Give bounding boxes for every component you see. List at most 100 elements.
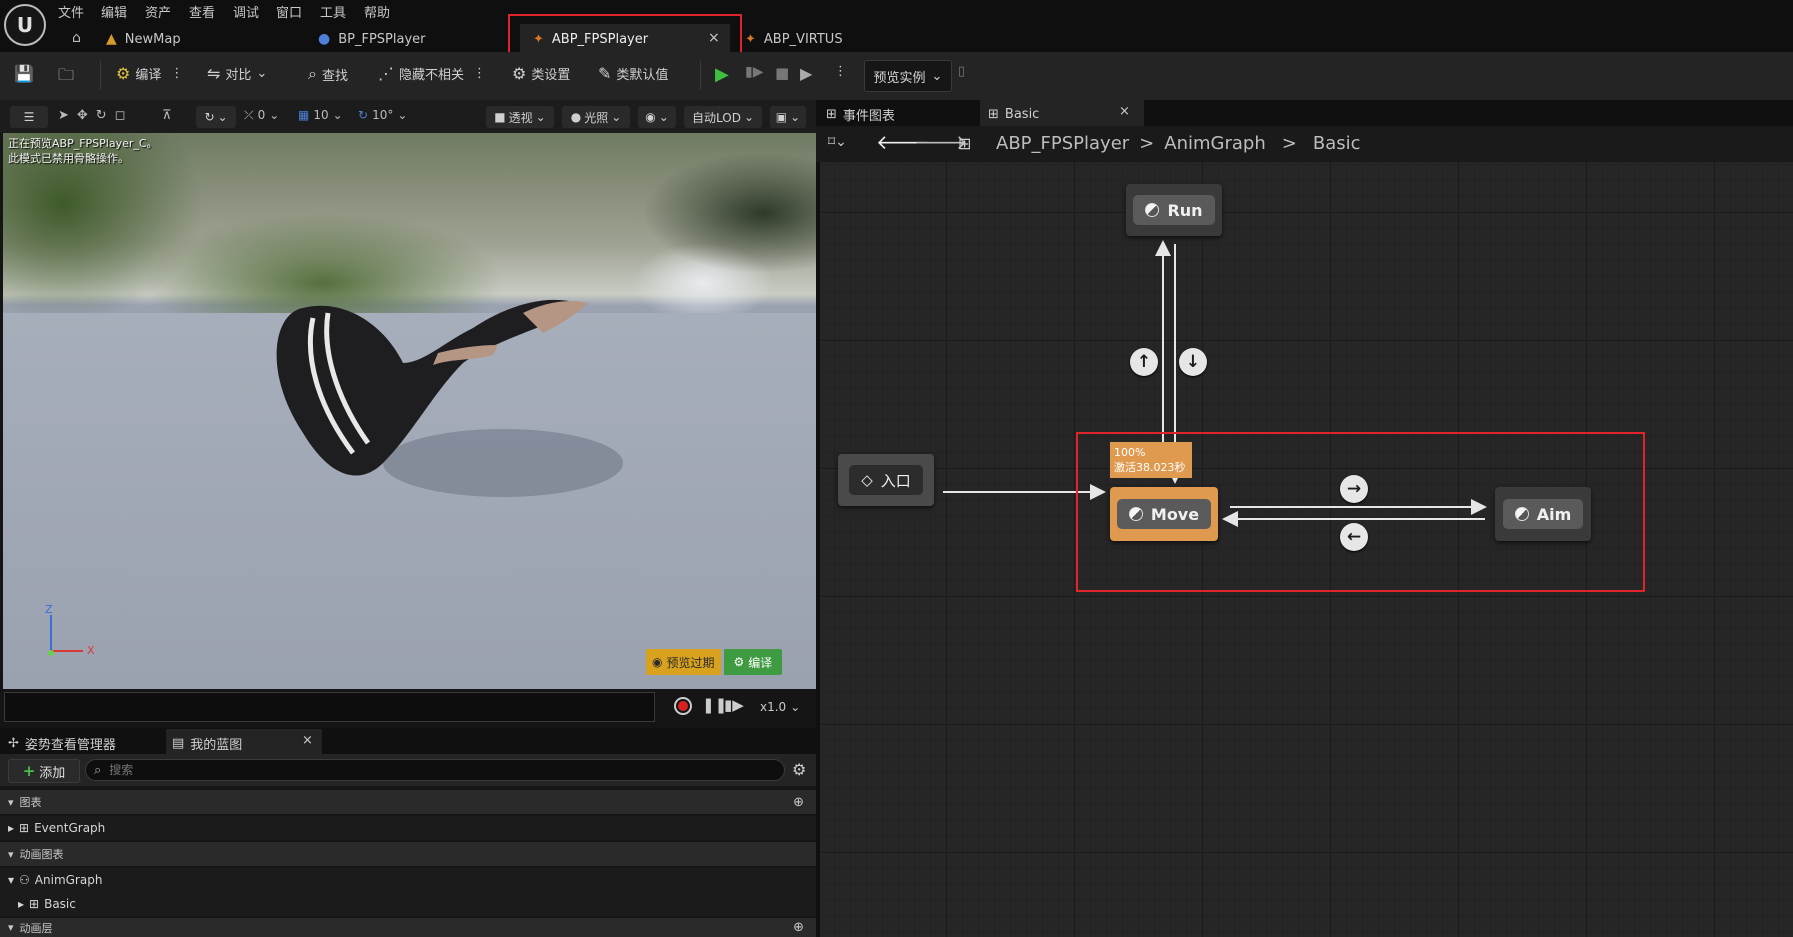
more-options-icon[interactable]: ⋮: [473, 66, 486, 81]
record-button[interactable]: [674, 697, 692, 715]
menu-file[interactable]: 文件: [58, 2, 84, 21]
settings-gear-icon[interactable]: ⚙: [792, 760, 806, 779]
browse-button[interactable]: 🗀: [58, 64, 74, 91]
menu-window[interactable]: 窗口: [276, 2, 302, 21]
layout-icon: ▣: [775, 110, 788, 124]
diff-button[interactable]: ⇋ 对比 ⌄: [207, 64, 267, 83]
bookmark-icon[interactable]: ⌑⌄: [828, 134, 847, 150]
angle-snap[interactable]: ↻ 10° ⌄: [358, 108, 407, 122]
transition-down-icon[interactable]: ↓: [1179, 348, 1207, 376]
lod-dropdown[interactable]: 自动LOD ⌄: [684, 106, 762, 128]
stop-button[interactable]: ■: [775, 64, 789, 82]
debug-filter-button[interactable]: ▯: [958, 64, 965, 79]
transition-left-icon[interactable]: ←: [1340, 523, 1368, 551]
chevron-down-icon: ⌄: [658, 110, 669, 124]
compile-button[interactable]: ⚙ 编译 ⋮: [116, 64, 183, 83]
tree-item-eventgraph[interactable]: ▸ ⊞ EventGraph: [0, 816, 816, 840]
play-icon: ▶: [715, 64, 729, 85]
tab-bp-fpsplayer[interactable]: ● BP_FPSPlayer: [318, 28, 426, 50]
transform-tools[interactable]: ➤✥↻◻: [58, 108, 133, 123]
tab-event-graph[interactable]: ⊞ 事件图表: [826, 104, 895, 124]
state-aim[interactable]: Aim: [1495, 487, 1591, 541]
step-button[interactable]: ▮▶: [745, 64, 763, 80]
coordinate-dropdown[interactable]: ↻ ⌄: [196, 106, 236, 128]
class-defaults-button[interactable]: ✎ 类默认值: [598, 64, 668, 83]
transition-up-icon[interactable]: ↑: [1130, 348, 1158, 376]
perspective-dropdown[interactable]: ■ 透视 ⌄: [486, 106, 554, 128]
home-icon[interactable]: ⌂: [72, 30, 81, 46]
menu-help[interactable]: 帮助: [364, 2, 390, 21]
breadcrumb-item[interactable]: Basic: [1313, 133, 1361, 154]
step-forward-button[interactable]: ▮▶: [724, 696, 744, 714]
tree-item-animgraph[interactable]: ▾ ⚇ AnimGraph: [0, 868, 816, 892]
unreal-logo-icon[interactable]: U: [4, 4, 46, 46]
step-icon: ▮▶: [745, 64, 764, 80]
state-move-inner: Move: [1116, 499, 1212, 529]
tab-basic[interactable]: ⊞ Basic: [988, 104, 1039, 124]
playback-speed-value: x1.0: [760, 700, 787, 714]
tab-close-button[interactable]: ×: [1119, 104, 1130, 119]
add-button[interactable]: + 添加: [8, 759, 80, 783]
chevron-down-icon: ▾: [8, 847, 14, 861]
state-label: Move: [1150, 504, 1200, 524]
tab-newmap[interactable]: ▲ NewMap: [106, 28, 181, 50]
viewport-layout-dropdown[interactable]: ▣ ⌄: [770, 106, 806, 128]
grid-snap[interactable]: ▦ 10 ⌄: [298, 108, 343, 122]
state-icon: [1128, 507, 1143, 521]
transition-right-icon[interactable]: →: [1340, 475, 1368, 503]
menu-view[interactable]: 查看: [189, 2, 215, 21]
tab-abp-virtus[interactable]: ✦ ABP_VIRTUS: [745, 28, 843, 50]
compile-badge[interactable]: ⚙ 编译: [723, 649, 783, 675]
menu-icon: ☰: [23, 110, 35, 124]
menu-debug[interactable]: 调试: [233, 2, 259, 21]
show-dropdown[interactable]: ◉ ⌄: [638, 106, 676, 128]
state-label: Aim: [1536, 504, 1572, 524]
entry-node[interactable]: ◇ 入口: [838, 454, 934, 506]
tab-label: 我的蓝图: [190, 737, 243, 753]
play-button[interactable]: ▶: [715, 64, 729, 85]
book-icon: ▤: [172, 735, 185, 751]
menu-edit[interactable]: 编辑: [101, 2, 127, 21]
tab-my-blueprint[interactable]: ▤ 我的蓝图: [172, 732, 242, 754]
breadcrumb-item[interactable]: ABP_FPSPlayer: [996, 133, 1129, 154]
eject-button[interactable]: ▶: [800, 64, 812, 83]
browse-icon: 🗀: [58, 65, 75, 84]
playback-speed-dropdown[interactable]: x1.0 ⌄: [760, 700, 800, 714]
surface-snap-icon[interactable]: ⊼: [162, 108, 172, 123]
tree-item-label: Basic: [44, 897, 76, 911]
chevron-down-icon: ⌄: [743, 110, 754, 124]
section-anim-layers[interactable]: ▾ 动画层 ⊕: [0, 918, 816, 937]
tab-pose-watch[interactable]: ✢ 姿势查看管理器: [8, 732, 116, 754]
find-button[interactable]: ⌕ 查找: [308, 64, 348, 84]
lit-dropdown[interactable]: ● 光照 ⌄: [562, 106, 630, 128]
add-layer-icon[interactable]: ⊕: [793, 920, 804, 935]
hide-unrelated-button[interactable]: ⋰ 隐藏不相关 ⋮: [378, 64, 486, 83]
menu-tools[interactable]: 工具: [320, 2, 346, 21]
tree-item-basic[interactable]: ▸ ⊞ Basic: [0, 892, 816, 916]
play-options-button[interactable]: ⋮: [834, 64, 847, 79]
section-anim-graphs[interactable]: ▾ 动画图表: [0, 842, 816, 866]
more-options-icon[interactable]: ⋮: [170, 66, 183, 81]
save-button[interactable]: 💾: [14, 64, 34, 83]
snap-rotation[interactable]: ⤫ 0 ⌄: [244, 108, 279, 123]
more-options-icon: ⋮: [834, 64, 847, 79]
viewport-options-button[interactable]: ☰: [10, 106, 48, 128]
gear-icon: ⚙: [733, 655, 745, 669]
state-run[interactable]: Run: [1126, 184, 1222, 236]
search-box[interactable]: ⌕: [85, 759, 785, 781]
preview-instance-dropdown[interactable]: 预览实例 ⌄: [864, 60, 952, 92]
graph-icon: ⊞: [826, 106, 837, 122]
chevron-down-icon: ▾: [8, 795, 14, 809]
add-graph-icon[interactable]: ⊕: [793, 795, 804, 810]
entry-icon: ◇: [861, 471, 873, 489]
state-move[interactable]: Move: [1110, 487, 1218, 541]
menu-asset[interactable]: 资产: [145, 2, 171, 21]
tab-close-button[interactable]: ×: [302, 733, 313, 748]
find-label: 查找: [321, 68, 348, 84]
timeline-track[interactable]: [4, 692, 655, 722]
search-input[interactable]: [107, 762, 752, 778]
section-graphs[interactable]: ▾ 图表 ⊕: [0, 790, 816, 814]
breadcrumb-item[interactable]: AnimGraph: [1164, 133, 1265, 154]
class-settings-button[interactable]: ⚙ 类设置: [512, 64, 570, 83]
preview-viewport[interactable]: 正在预览ABP_FPSPlayer_C。 此模式已禁用骨骼操作。 Z X ◉ 预…: [3, 133, 816, 689]
